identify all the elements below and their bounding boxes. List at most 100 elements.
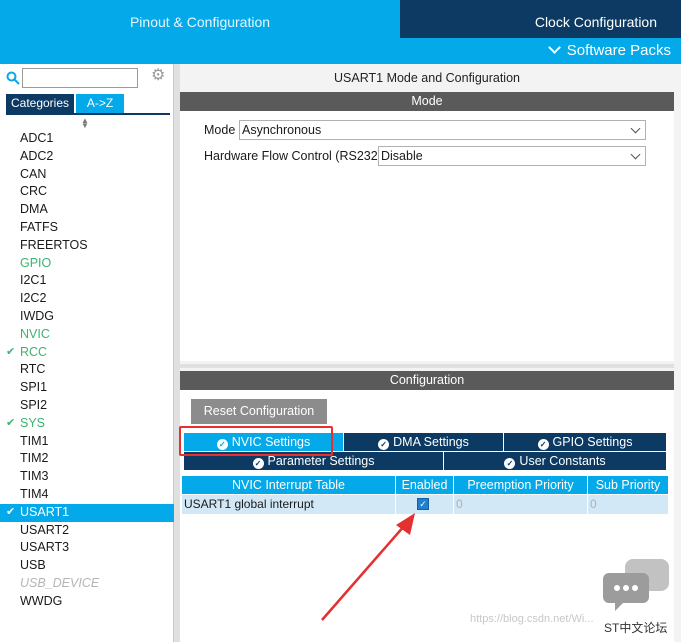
tab-gpio-settings[interactable]: ✓ GPIO Settings — [504, 433, 667, 451]
sidebar-item-label: USB — [20, 558, 46, 573]
sidebar-item-label: TIM3 — [20, 469, 49, 484]
chevron-down-icon — [630, 149, 641, 160]
sidebar-item-crc[interactable]: CRC — [0, 183, 174, 201]
sidebar-item-label: TIM1 — [20, 433, 49, 448]
sidebar-item-rcc[interactable]: ✔ RCC — [0, 344, 174, 362]
sidebar-item-rtc[interactable]: RTC — [0, 361, 174, 379]
section-splitter[interactable] — [180, 364, 674, 368]
sidebar-item-label: IWDG — [20, 308, 55, 323]
sidebar-item-spi1[interactable]: SPI1 — [0, 379, 174, 397]
sidebar-item-fatfs[interactable]: FATFS — [0, 219, 174, 237]
sidebar-item-usart2[interactable]: USART2 — [0, 522, 174, 540]
sidebar-item-usb-device[interactable]: USB_DEVICE — [0, 575, 174, 593]
tab-clock-configuration[interactable]: Clock Configuration — [400, 0, 681, 38]
sidebar-item-gpio[interactable]: GPIO — [0, 255, 174, 273]
sidebar-item-label: WWDG — [20, 593, 63, 608]
check-circle-icon: ✓ — [537, 439, 549, 450]
sidebar-item-usb[interactable]: USB — [0, 557, 174, 575]
sidebar-item-nvic[interactable]: NVIC — [0, 326, 174, 344]
check-circle-icon: ✓ — [252, 458, 264, 469]
sidebar-item-iwdg[interactable]: IWDG — [0, 308, 174, 326]
tab-categories[interactable]: Categories — [6, 94, 74, 113]
logo-text: ST中文论坛 — [604, 621, 668, 635]
sidebar-item-adc1[interactable]: ADC1 — [0, 130, 174, 148]
watermark: https://blog.csdn.net/Wi... — [470, 613, 594, 625]
mode-section: Mode Asynchronous Hardware Flow Control … — [180, 111, 674, 361]
sidebar-item-dma[interactable]: DMA — [0, 201, 174, 219]
tab-pinout-configuration[interactable]: Pinout & Configuration — [0, 0, 400, 38]
configuration-section-header: Configuration — [180, 371, 674, 390]
sidebar-item-label: RCC — [20, 344, 48, 359]
peripheral-list: ADC1 ADC2 CAN CRC DMA FATFS FREERTOS GPIO I2C1 I2… — [0, 130, 174, 611]
tab-dma-settings[interactable]: ✓ DMA Settings — [344, 433, 504, 451]
search-icon[interactable] — [6, 71, 20, 85]
software-packs-menu[interactable]: Software Packs — [0, 38, 681, 64]
check-icon: ✔ — [6, 345, 16, 358]
sidebar-item-can[interactable]: CAN — [0, 166, 174, 184]
check-icon: ✔ — [6, 416, 16, 429]
chevron-down-icon — [547, 41, 561, 54]
chat-bubble-logo-icon — [603, 559, 669, 611]
check-circle-icon: ✓ — [378, 439, 390, 450]
sidebar-item-i2c2[interactable]: I2C2 — [0, 290, 174, 308]
tab-user-constants-label: User Constants — [519, 454, 606, 468]
sidebar-item-label: NVIC — [20, 326, 50, 341]
column-header-preemption[interactable]: Preemption Priority — [454, 476, 588, 494]
page-title: USART1 Mode and Configuration — [334, 71, 520, 85]
red-arrow-annotation — [321, 513, 415, 621]
mode-select[interactable]: Asynchronous — [239, 120, 646, 140]
sidebar-item-label: GPIO — [20, 255, 52, 270]
sidebar-item-adc2[interactable]: ADC2 — [0, 148, 174, 166]
sidebar-item-label: CAN — [20, 166, 47, 181]
hw-flow-select-value: Disable — [381, 149, 423, 163]
highlight-annotation — [179, 426, 333, 456]
tab-parameter-settings-label: Parameter Settings — [267, 454, 375, 468]
reset-configuration-button[interactable]: Reset Configuration — [191, 399, 327, 424]
sidebar-item-label: ADC1 — [20, 131, 54, 145]
sidebar-item-label: USART3 — [20, 540, 70, 555]
sidebar-item-tim1[interactable]: TIM1 — [0, 433, 174, 451]
sidebar-item-label: ADC2 — [20, 148, 54, 163]
sidebar-item-label: TIM2 — [20, 451, 49, 466]
chevron-down-icon — [630, 123, 641, 134]
gear-icon[interactable]: ⚙ — [151, 68, 167, 84]
sidebar-item-sys[interactable]: ✔ SYS — [0, 415, 174, 433]
mode-label: Mode — [204, 123, 236, 137]
sidebar-item-tim2[interactable]: TIM2 — [0, 450, 174, 468]
software-packs-label: Software Packs — [566, 42, 671, 59]
sidebar-item-usart3[interactable]: USART3 — [0, 539, 174, 557]
sidebar-item-label: SPI1 — [20, 380, 48, 395]
sidebar-item-label: RTC — [20, 362, 46, 377]
preemption-priority-value[interactable]: 0 — [454, 495, 588, 514]
mode-section-header: Mode — [180, 92, 674, 111]
sidebar-item-label: USB_DEVICE — [20, 575, 100, 590]
search-input[interactable] — [22, 68, 138, 88]
sidebar-item-tim4[interactable]: TIM4 — [0, 486, 174, 504]
tab-underline — [6, 113, 170, 115]
sidebar-item-label: TIM4 — [20, 486, 49, 501]
sub-priority-value[interactable]: 0 — [588, 495, 669, 514]
sidebar-item-label: SYS — [20, 415, 46, 430]
tab-user-constants[interactable]: ✓ User Constants — [444, 452, 667, 470]
sidebar-item-i2c1[interactable]: I2C1 — [0, 272, 174, 290]
sidebar-item-tim3[interactable]: TIM3 — [0, 468, 174, 486]
sidebar-item-label: CRC — [20, 184, 48, 199]
sidebar-item-label: FREERTOS — [20, 237, 88, 252]
mode-select-value: Asynchronous — [242, 123, 322, 137]
sidebar-item-label: USART2 — [20, 522, 70, 537]
check-icon: ✔ — [6, 505, 16, 518]
sidebar-item-usart1[interactable]: ✔ USART1 — [0, 503, 174, 522]
column-header-sub-priority[interactable]: Sub Priority — [588, 476, 669, 494]
hw-flow-label: Hardware Flow Control (RS232) — [204, 149, 382, 163]
sidebar-item-spi2[interactable]: SPI2 — [0, 397, 174, 415]
sidebar-item-wwdg[interactable]: WWDG — [0, 593, 174, 611]
sidebar-item-freertos[interactable]: FREERTOS — [0, 237, 174, 255]
sidebar-item-label: I2C2 — [20, 291, 47, 306]
hw-flow-select[interactable]: Disable — [378, 146, 646, 166]
column-header-enabled[interactable]: Enabled — [396, 476, 454, 494]
column-header-interrupt[interactable]: NVIC Interrupt Table — [182, 476, 396, 494]
sidebar-item-label: DMA — [20, 202, 48, 217]
tab-a-to-z[interactable]: A->Z — [76, 94, 124, 113]
tab-gpio-settings-label: GPIO Settings — [552, 435, 633, 449]
sort-icon[interactable]: ▲ ▼ — [81, 117, 89, 130]
